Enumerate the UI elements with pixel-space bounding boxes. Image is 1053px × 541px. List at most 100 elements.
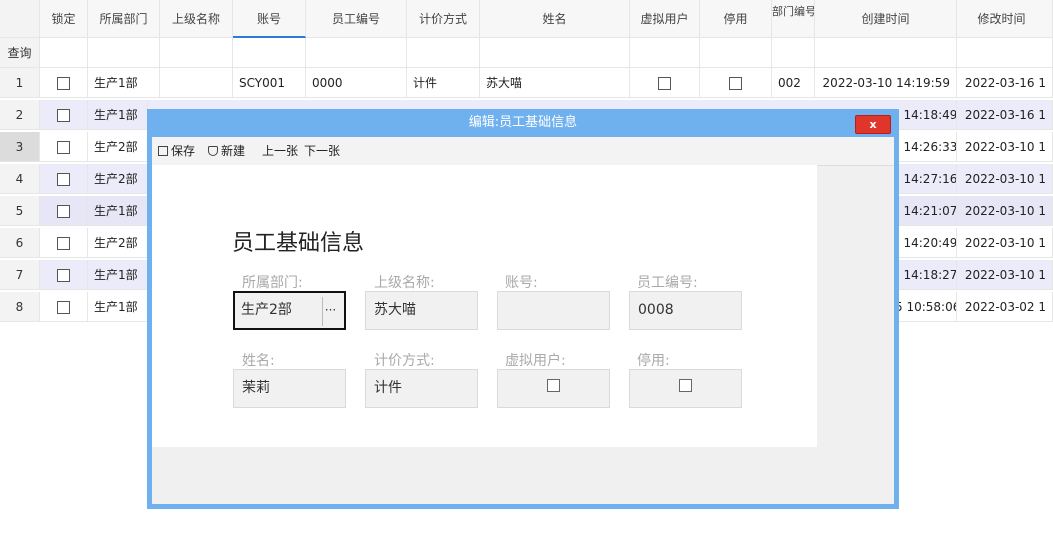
locked-cell[interactable] [40,260,88,290]
dept-cell: 生产1部 [88,260,148,290]
locked-cell[interactable] [40,100,88,130]
pricing-cell: 计件 [407,68,480,98]
header-dept[interactable]: 所属部门 [88,0,160,38]
empno-field[interactable]: 0008 [629,291,742,330]
locked-cell[interactable] [40,196,88,226]
checkbox-icon[interactable] [57,109,70,122]
locked-cell[interactable] [40,132,88,162]
created-cell: ) 14:18:49 [895,100,957,130]
pricing-label: 计价方式: [374,353,435,369]
modified-cell: 2022-03-10 1 [957,196,1053,226]
row-number: 7 [0,260,40,290]
locked-cell[interactable] [40,68,88,98]
dept-cell: 生产1部 [88,292,148,322]
parent-field[interactable]: 苏大喵 [365,291,478,330]
dept-picker-button[interactable]: ··· [322,297,338,326]
modified-cell: 2022-03-10 1 [957,228,1053,258]
created-cell: 5 10:58:06 [895,292,957,322]
query-cell[interactable] [630,38,700,68]
modified-cell: 2022-03-10 1 [957,260,1053,290]
checkbox-icon[interactable] [57,237,70,250]
parent-label: 上级名称: [374,275,435,291]
edit-dialog: 编辑:员工基础信息 x 保存 新建 上一张 下一张 员工基础信息 所属部门: 上… [147,109,899,509]
query-cell[interactable] [88,38,160,68]
checkbox-icon[interactable] [57,301,70,314]
checkbox-icon[interactable] [57,77,70,90]
table-row[interactable]: 1 生产1部 SCY001 0000 计件 苏大喵 002 2022-03-10… [0,68,1053,98]
dept-cell: 生产2部 [88,228,148,258]
virtual-field[interactable] [497,369,610,408]
new-label: 新建 [221,144,246,158]
row-number: 3 [0,132,40,162]
checkbox-icon[interactable] [57,141,70,154]
locked-cell[interactable] [40,292,88,322]
query-cell[interactable] [772,38,815,68]
row-number: 1 [0,68,40,98]
header-parent[interactable]: 上级名称 [160,0,233,38]
query-cell[interactable] [160,38,233,68]
account-field[interactable] [497,291,610,330]
checkbox-icon[interactable] [57,173,70,186]
modified-cell: 2022-03-02 1 [957,292,1053,322]
new-button[interactable]: 新建 [208,143,245,159]
checkbox-icon[interactable] [57,269,70,282]
save-icon [158,146,168,156]
query-cell[interactable] [815,38,957,68]
dept-cell: 生产1部 [88,196,148,226]
locked-cell[interactable] [40,228,88,258]
header-pricing[interactable]: 计价方式 [407,0,480,38]
header-account[interactable]: 账号 [233,0,306,38]
locked-cell[interactable] [40,164,88,194]
modified-cell: 2022-03-10 1 [957,164,1053,194]
row-number: 5 [0,196,40,226]
account-label: 账号: [505,275,538,291]
query-label: 查询 [0,38,40,68]
header-virtual[interactable]: 虚拟用户 [630,0,700,38]
header-name[interactable]: 姓名 [480,0,630,38]
query-cell[interactable] [957,38,1053,68]
close-button[interactable]: x [855,115,891,134]
dept-cell: 生产1部 [88,68,160,98]
header-empno[interactable]: 员工编号 [306,0,407,38]
created-cell: ) 14:21:07 [895,196,957,226]
checkbox-icon[interactable] [547,379,560,392]
query-cell[interactable] [480,38,630,68]
created-cell: ) 14:18:27 [895,260,957,290]
dept-field[interactable]: 生产2部 ··· [233,291,346,330]
disabled-field[interactable] [629,369,742,408]
prev-button[interactable]: 上一张 [262,143,298,159]
virtual-cell[interactable] [630,68,700,98]
save-label: 保存 [171,144,196,158]
empno-cell: 0000 [306,68,407,98]
query-cell[interactable] [407,38,480,68]
row-number: 2 [0,100,40,130]
header-modified[interactable]: 修改时间 [957,0,1053,38]
checkbox-icon[interactable] [658,77,671,90]
query-cell[interactable] [40,38,88,68]
account-cell: SCY001 [233,68,306,98]
query-cell[interactable] [700,38,772,68]
checkbox-icon[interactable] [729,77,742,90]
header-disabled[interactable]: 停用 [700,0,772,38]
dept-value: 生产2部 [241,302,292,318]
query-cell[interactable] [306,38,407,68]
next-button[interactable]: 下一张 [304,143,340,159]
pricing-field[interactable]: 计件 [365,369,478,408]
header-locked[interactable]: 锁定 [40,0,88,38]
dialog-title[interactable]: 编辑:员工基础信息 [147,109,899,137]
save-button[interactable]: 保存 [158,143,195,159]
disabled-label: 停用: [637,353,670,369]
query-cell[interactable] [233,38,306,68]
virtual-label: 虚拟用户: [505,353,566,369]
checkbox-icon[interactable] [57,205,70,218]
header-created[interactable]: 创建时间 [815,0,957,38]
row-number: 8 [0,292,40,322]
checkbox-icon[interactable] [679,379,692,392]
created-cell: 2022-03-10 14:19:59 [815,68,957,98]
disabled-cell[interactable] [700,68,772,98]
created-cell: ) 14:20:49 [895,228,957,258]
grid-header: 锁定 所属部门 上级名称 账号 员工编号 计价方式 姓名 虚拟用户 停用 部门编… [0,0,1053,38]
name-field[interactable]: 茉莉 [233,369,346,408]
header-deptno[interactable]: 部门编号 [772,0,815,38]
modified-cell: 2022-03-16 1 [957,68,1053,98]
